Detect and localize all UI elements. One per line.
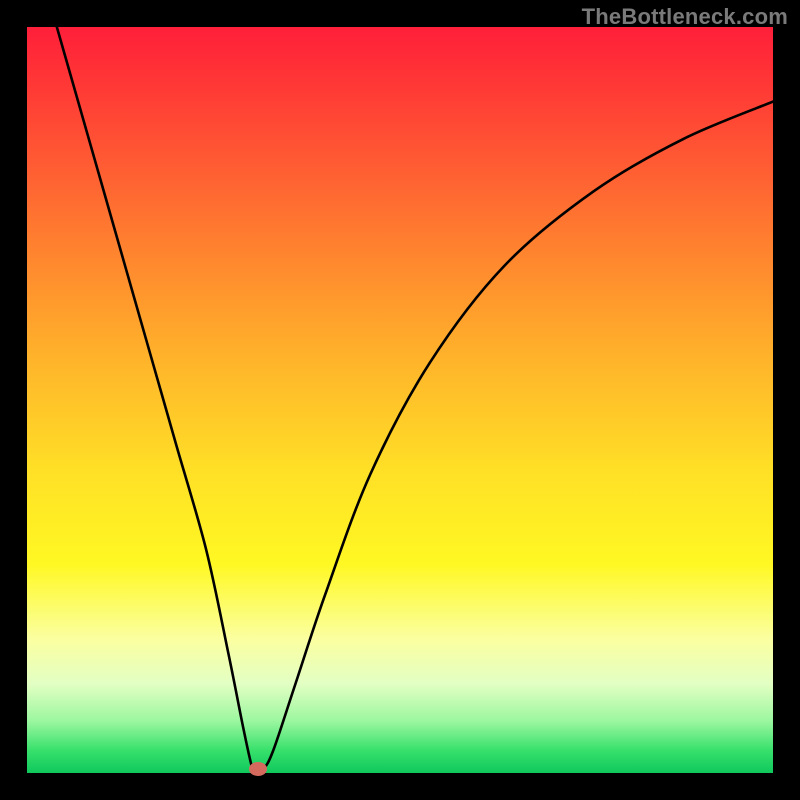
chart-frame: TheBottleneck.com xyxy=(0,0,800,800)
curve-svg xyxy=(27,27,773,773)
bottleneck-curve xyxy=(57,27,773,773)
optimal-point-marker xyxy=(249,762,267,776)
plot-area xyxy=(27,27,773,773)
